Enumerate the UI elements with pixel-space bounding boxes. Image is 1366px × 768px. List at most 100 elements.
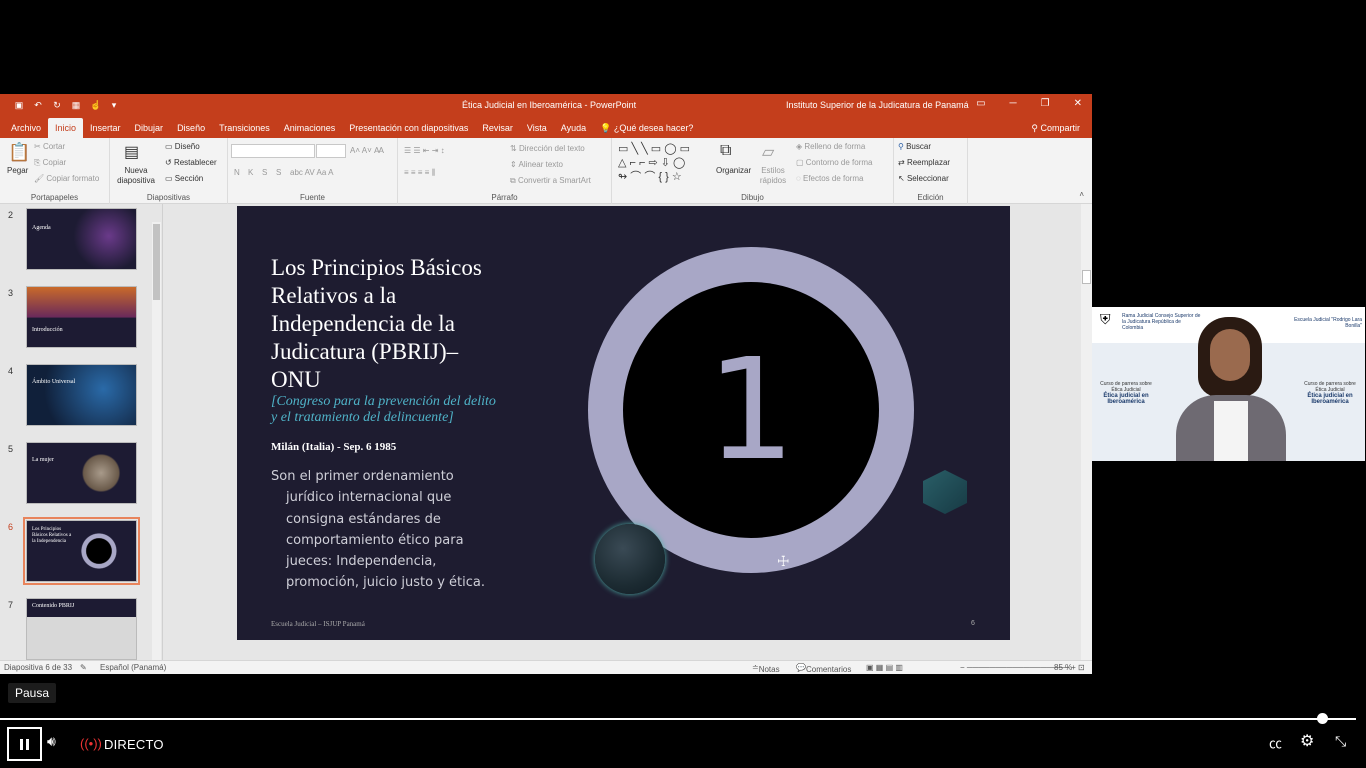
thumbnails-scrollbar[interactable] [152,222,161,662]
undo-icon[interactable]: ↶ [33,100,43,110]
tab-diseno[interactable]: Diseño [170,118,212,138]
scrollbar-thumb[interactable] [153,224,160,300]
align-text-button[interactable]: ⇕ Alinear texto [510,160,563,169]
slide-body-text[interactable]: Son el primer ordenamiento jurídico inte… [271,466,501,594]
slide-footer: Escuela Judicial – ISJUP Panamá [271,620,365,628]
course-left: Curso de parrera sobre Ética Judicial Ét… [1096,381,1156,405]
settings-gear-icon[interactable]: ⚙ [1300,731,1314,751]
present-icon[interactable]: ▦ [71,100,81,110]
account-name[interactable]: Instituto Superior de la Judicatura de P… [786,100,969,110]
customize-qat-icon[interactable]: ▾ [109,100,119,110]
pause-button[interactable] [7,727,42,761]
maximize-icon[interactable]: ❐ [1041,98,1050,109]
tell-me-search[interactable]: 💡 ¿Qué desea hacer? [593,118,700,138]
tab-revisar[interactable]: Revisar [475,118,520,138]
arrange-button[interactable]: Organizar [716,166,751,175]
text-direction-button[interactable]: ⇅ Dirección del texto [510,144,585,153]
thumbnail-row[interactable]: 4 Ámbito Universal [0,364,150,430]
quick-styles-icon[interactable]: ▱ [762,142,774,162]
touch-mode-icon[interactable]: ☝ [90,100,101,110]
select-button[interactable]: ↖ Seleccionar [898,174,949,183]
close-icon[interactable]: ✕ [1074,98,1082,109]
slide-title[interactable]: Los Principios Básicos Relativos a la In… [271,254,511,394]
slide-vertical-scrollbar[interactable] [1081,204,1092,662]
ribbon-display-icon[interactable]: ▭ [976,98,985,109]
tab-presentacion[interactable]: Presentación con diapositivas [342,118,475,138]
reset-button[interactable]: ↺ Restablecer [165,158,217,167]
slide-place-date[interactable]: Milán (Italia) - Sep. 6 1985 [271,441,396,453]
slide-thumbnail[interactable]: Ámbito Universal [26,364,137,426]
scrollbar-thumb[interactable] [1082,270,1091,284]
progress-bar[interactable] [0,718,1356,720]
tab-archivo[interactable]: Archivo [4,118,48,138]
layout-button[interactable]: ▭ Diseño [165,142,200,151]
copy-button[interactable]: ⎘ Copiar [34,158,66,168]
save-icon[interactable]: ▣ [14,100,24,110]
quick-styles-button[interactable]: Estilos rápidos [756,166,790,186]
collapse-ribbon-icon[interactable]: ˄ [1079,190,1084,199]
tab-transiciones[interactable]: Transiciones [212,118,277,138]
section-button[interactable]: ▭ Sección [165,174,203,183]
view-buttons[interactable]: ▣ ▦ ▤ ▥ [866,663,903,672]
underline-button[interactable]: S [262,168,267,177]
thumbnail-row[interactable]: 7 Contenido PBRIJ [0,598,150,662]
share-button[interactable]: ⚲ Compartir [1031,118,1092,138]
minimize-icon[interactable]: ─ [1010,98,1017,109]
font-size-buttons[interactable]: A˄ A˅ Ꜳ [350,146,384,155]
new-slide-button[interactable]: Nueva diapositiva [114,166,158,186]
font-extra-buttons[interactable]: abc AV Aa A [290,168,333,177]
arrange-icon[interactable]: ⧉ [720,142,731,160]
paste-button[interactable]: Pegar [7,166,28,175]
replace-button[interactable]: ⇄ Reemplazar [898,158,950,167]
progress-knob[interactable] [1317,713,1328,724]
tab-insertar[interactable]: Insertar [83,118,128,138]
shapes-gallery[interactable]: ▭ ╲ ╲ ▭ ◯ ▭ △ ⌐ ⌐ ⇨ ⇩ ◯ ↬ ⌒ ⌒ { } ☆ [618,142,690,184]
alignment-buttons[interactable]: ≡ ≡ ≡ ≡ ⫼ [404,168,435,178]
language[interactable]: Español (Panamá) [100,663,166,672]
format-painter-button[interactable]: 🖌 Copiar formato [34,174,99,183]
thumbnail-row[interactable]: 3 Introducción [0,286,150,352]
thumbnail-row[interactable]: 5 La mujer [0,442,150,508]
notes-button[interactable]: ≐ Notas [752,663,780,674]
slide-thumbnail[interactable]: La mujer [26,442,137,504]
new-slide-icon[interactable]: ▤ [124,142,139,162]
find-button[interactable]: ⚲ Buscar [898,142,931,151]
thumbnail-row[interactable]: 2 Agenda [0,208,150,274]
list-buttons[interactable]: ☰ ☰ ⇤ ⇥ ↕ [404,146,445,155]
share-label: Compartir [1040,123,1080,133]
slide-canvas[interactable]: Los Principios Básicos Relativos a la In… [237,206,1010,640]
tab-dibujar[interactable]: Dibujar [128,118,171,138]
course-title: Ética judicial en Iberoamérica [1103,393,1149,405]
tab-ayuda[interactable]: Ayuda [554,118,593,138]
comments-button[interactable]: 💬 Comentarios [796,663,851,674]
slide-thumbnail[interactable]: Agenda [26,208,137,270]
redo-icon[interactable]: ↻ [52,100,62,110]
exit-fullscreen-icon[interactable]: ⤡ [1335,733,1346,750]
zoom-level[interactable]: 85 % [1054,663,1072,672]
tab-vista[interactable]: Vista [520,118,554,138]
cut-button[interactable]: ✂ Cortar [34,142,65,151]
smartart-button[interactable]: ⧉ Convertir a SmartArt [510,176,591,186]
slide-thumbnail[interactable]: Introducción [26,286,137,348]
spellcheck-icon[interactable]: ✎ [80,663,87,672]
volume-icon[interactable]: 🔊︎ [47,733,56,750]
bold-button[interactable]: N [234,168,240,177]
captions-icon[interactable]: ㏄ [1269,733,1282,752]
thumbnail-title: Agenda [32,225,51,231]
tab-animaciones[interactable]: Animaciones [277,118,343,138]
slide-subtitle[interactable]: [Congreso para la prevención del delito … [271,394,501,426]
font-name-select[interactable] [231,144,315,158]
slide-thumbnail[interactable]: Contenido PBRIJ [26,598,137,660]
italic-button[interactable]: K [248,168,253,177]
shape-fill-button[interactable]: ◈ Relleno de forma [796,142,865,151]
live-label[interactable]: DIRECTO [104,737,164,752]
tab-inicio[interactable]: Inicio [48,118,84,138]
font-size-select[interactable] [316,144,346,158]
slide-thumbnail-current[interactable]: Los Principios Básicos Relativos a la In… [23,517,140,585]
shape-outline-button[interactable]: ▢ Contorno de forma [796,158,872,167]
strike-button[interactable]: S [276,168,281,177]
paste-icon[interactable]: 📋 [8,142,30,163]
shape-effects-button[interactable]: ◌ Efectos de forma [796,174,863,183]
thumbnail-row[interactable]: 6 Los Principios Básicos Relativos a la … [0,517,150,586]
fit-slide-icon[interactable]: ⊡ [1078,663,1085,672]
